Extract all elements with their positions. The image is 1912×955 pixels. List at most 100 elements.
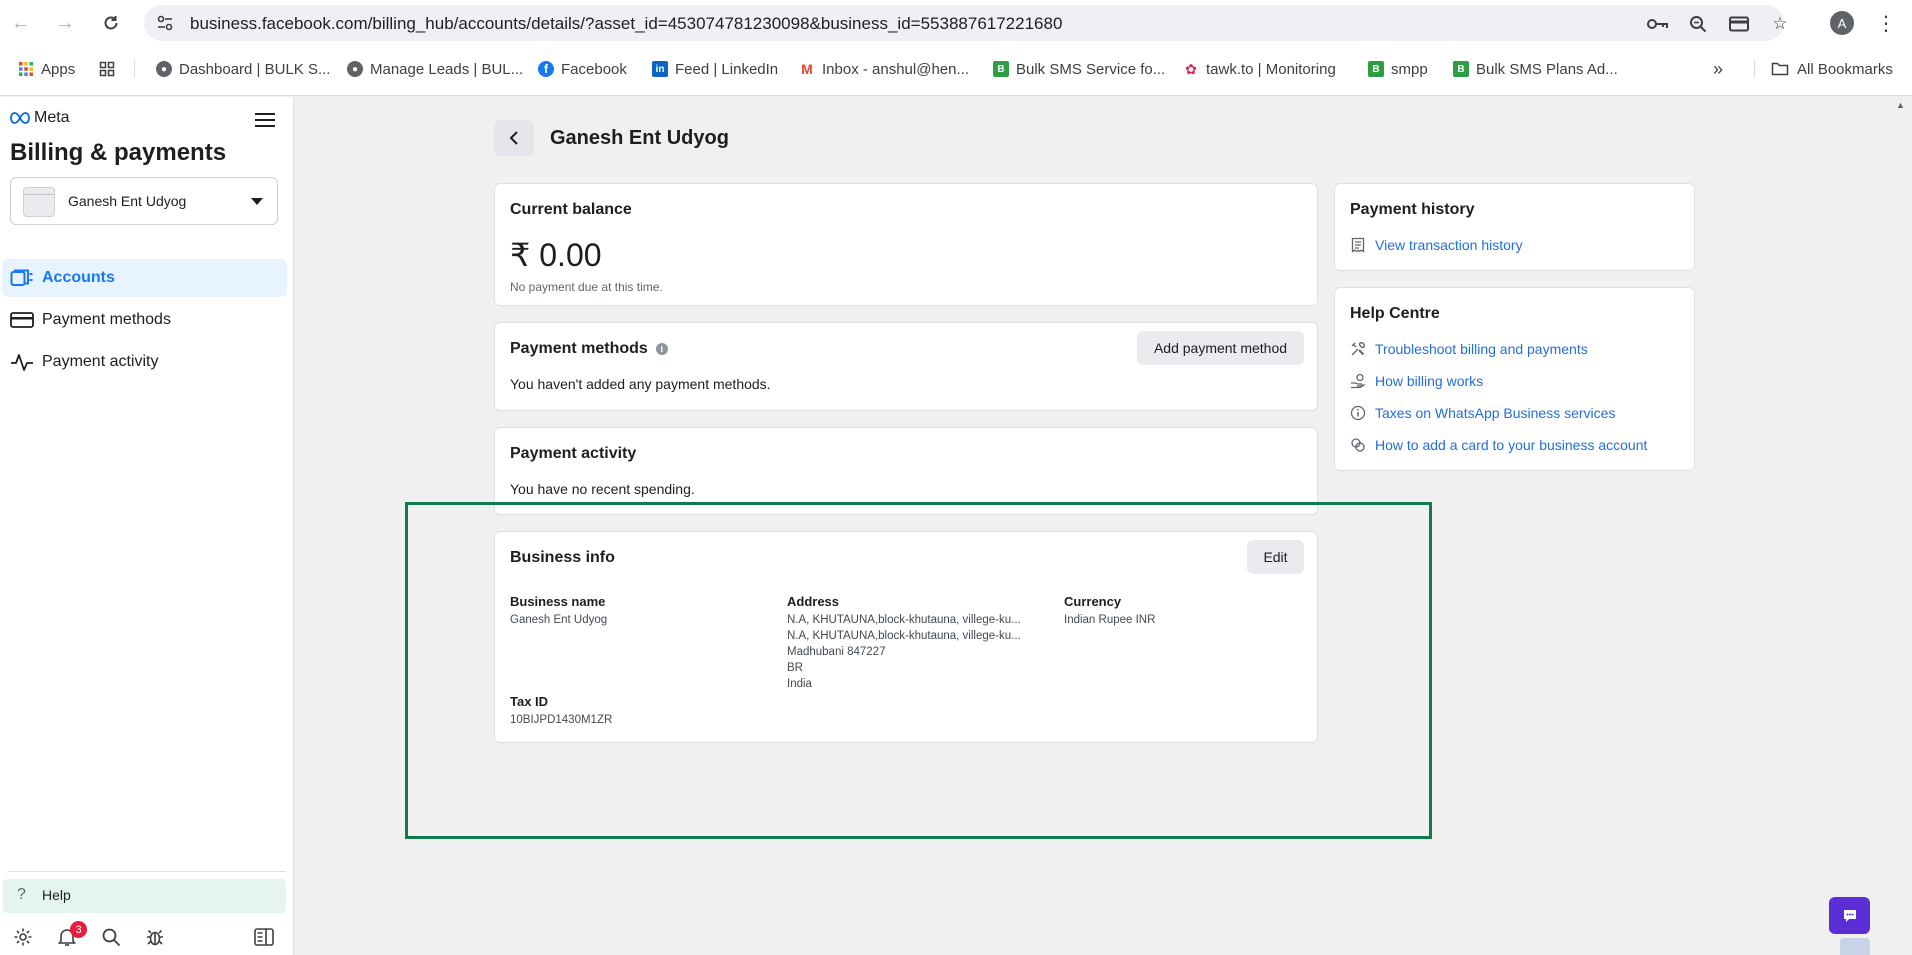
info-icon[interactable]: i: [655, 343, 668, 355]
reload-icon[interactable]: [98, 10, 124, 36]
bookmark-label: tawk.to | Monitoring: [1206, 60, 1336, 78]
bulk-sms-icon: B: [993, 61, 1009, 77]
help-link-taxes[interactable]: Taxes on WhatsApp Business services: [1350, 402, 1615, 424]
sidebar-title: Billing & payments: [10, 139, 227, 166]
help-link-how-billing-works[interactable]: How billing works: [1350, 370, 1483, 392]
current-balance-card: Current balance ₹ 0.00 No payment due at…: [494, 183, 1318, 306]
site-settings-icon[interactable]: [156, 14, 174, 32]
bookmark-divider: [134, 60, 135, 78]
gmail-icon: M: [801, 61, 813, 77]
bookmark-bulk-sms-service[interactable]: B Bulk SMS Service fo...: [993, 58, 1165, 80]
facebook-icon: f: [538, 61, 554, 77]
caret-down-icon: [251, 198, 263, 205]
card-title: Payment methods i: [510, 340, 668, 358]
tab-grid-icon: [99, 61, 115, 77]
browser-menu-icon[interactable]: ⋮: [1876, 10, 1896, 36]
settings-gear-icon[interactable]: [11, 925, 35, 949]
hamburger-menu-icon[interactable]: [254, 111, 276, 129]
meta-infinity-icon: [10, 112, 30, 124]
payment-methods-empty-text: You haven't added any payment methods.: [510, 376, 771, 392]
bulk-sms-icon: B: [1453, 61, 1469, 77]
sidebar-item-label: Payment activity: [42, 353, 159, 370]
card-icon: [10, 312, 34, 328]
add-payment-method-button[interactable]: Add payment method: [1137, 331, 1304, 365]
card-title: Payment history: [1350, 201, 1475, 218]
link-text: Troubleshoot billing and payments: [1375, 341, 1588, 357]
bookmark-tawk[interactable]: ✿ tawk.to | Monitoring: [1183, 58, 1336, 80]
bookmarks-overflow-button[interactable]: »: [1713, 58, 1723, 80]
payment-card-icon[interactable]: [1728, 13, 1750, 35]
bookmark-label: Bulk SMS Service fo...: [1016, 60, 1166, 78]
bookmark-gmail[interactable]: M Inbox - anshul@hen...: [799, 58, 969, 80]
bookmark-bulk-sms-plans[interactable]: B Bulk SMS Plans Ad...: [1453, 58, 1618, 80]
bookmark-star-icon[interactable]: ☆: [1769, 13, 1791, 35]
help-link-troubleshoot[interactable]: Troubleshoot billing and payments: [1350, 338, 1588, 360]
browser-chrome: ← → business.facebook.com/billing_hub/ac…: [0, 0, 1912, 96]
activity-icon: [11, 354, 33, 371]
card-title: Current balance: [510, 201, 632, 218]
notification-count-badge: 3: [70, 921, 87, 938]
bookmarks-bar: Apps ● Dashboard | BULK S... ● Manage Le…: [0, 52, 1912, 86]
bookmark-manage-leads[interactable]: ● Manage Leads | BUL...: [347, 58, 523, 80]
sidebar-item-payment-methods[interactable]: Payment methods: [2, 301, 287, 339]
sidebar: Meta Billing & payments Ganesh Ent Udyog…: [0, 97, 294, 955]
globe-icon: ●: [347, 61, 363, 77]
sidebar-item-label: Payment methods: [42, 311, 171, 328]
bookmark-tab-groups[interactable]: [99, 58, 115, 80]
bookmark-apps[interactable]: Apps: [18, 58, 75, 80]
bookmark-label: Bulk SMS Plans Ad...: [1476, 60, 1618, 78]
all-bookmarks-button[interactable]: All Bookmarks: [1770, 58, 1893, 80]
bookmark-dashboard[interactable]: ● Dashboard | BULK S...: [156, 58, 330, 80]
sidebar-item-accounts[interactable]: Accounts: [2, 259, 287, 297]
bookmark-label: Manage Leads | BUL...: [370, 60, 524, 78]
hand-coin-icon: [1351, 373, 1366, 389]
url-text[interactable]: business.facebook.com/billing_hub/accoun…: [190, 14, 1062, 34]
browser-toolbar: ← → business.facebook.com/billing_hub/ac…: [0, 0, 1912, 46]
receipt-icon: [1351, 237, 1365, 253]
accounts-icon: [10, 269, 33, 286]
profile-avatar[interactable]: A: [1830, 11, 1854, 35]
bookmark-label: Feed | LinkedIn: [675, 60, 779, 78]
account-selector[interactable]: Ganesh Ent Udyog: [10, 177, 278, 225]
meta-logo[interactable]: Meta: [10, 109, 70, 127]
info-circle-icon: [1350, 405, 1366, 421]
address-bar[interactable]: business.facebook.com/billing_hub/accoun…: [144, 5, 1788, 41]
back-arrow-icon[interactable]: ←: [8, 10, 34, 36]
linkedin-icon: in: [652, 61, 668, 77]
view-transaction-history-link[interactable]: View transaction history: [1350, 234, 1523, 256]
zoom-icon[interactable]: [1687, 13, 1709, 35]
folder-icon: [1771, 62, 1789, 76]
chevron-left-icon: [509, 131, 518, 145]
bug-report-icon[interactable]: [143, 925, 167, 949]
chat-support-button[interactable]: [1829, 897, 1870, 934]
sidebar-item-payment-activity[interactable]: Payment activity: [2, 343, 287, 381]
bookmark-divider: [1754, 60, 1755, 78]
search-icon[interactable]: [99, 925, 123, 949]
link-text: Taxes on WhatsApp Business services: [1375, 405, 1616, 421]
key-icon[interactable]: [1647, 13, 1669, 35]
bookmark-smpp[interactable]: B smpp: [1368, 58, 1428, 80]
forward-arrow-icon[interactable]: →: [52, 10, 78, 36]
sidebar-help-button[interactable]: ? Help: [3, 879, 286, 913]
coins-icon: [1351, 438, 1365, 452]
bookmark-label: Inbox - anshul@hen...: [822, 60, 969, 78]
sidebar-item-label: Accounts: [42, 269, 115, 286]
scroll-up-arrow-icon[interactable]: ▲: [1896, 100, 1905, 110]
card-title: Help Centre: [1350, 305, 1440, 322]
help-icon: ?: [17, 886, 26, 903]
apps-grid-icon: [19, 62, 33, 76]
account-selector-name: Ganesh Ent Udyog: [68, 193, 187, 209]
bookmark-label: Facebook: [561, 60, 627, 78]
help-link-add-card[interactable]: How to add a card to your business accou…: [1350, 434, 1647, 456]
back-button[interactable]: [494, 120, 534, 156]
bookmark-label: Dashboard | BULK S...: [179, 60, 331, 78]
payment-activity-empty-text: You have no recent spending.: [510, 481, 695, 497]
help-centre-card: Help Centre Troubleshoot billing and pay…: [1334, 287, 1695, 471]
globe-icon[interactable]: [1840, 938, 1870, 955]
bookmark-facebook[interactable]: f Facebook: [538, 58, 627, 80]
payment-history-card: Payment history View transaction history: [1334, 183, 1695, 271]
bookmark-linkedin[interactable]: in Feed | LinkedIn: [652, 58, 778, 80]
globe-icon: ●: [156, 61, 172, 77]
payment-methods-card: Payment methods i Add payment method You …: [494, 322, 1318, 411]
toggle-sidebar-icon[interactable]: [252, 925, 276, 949]
